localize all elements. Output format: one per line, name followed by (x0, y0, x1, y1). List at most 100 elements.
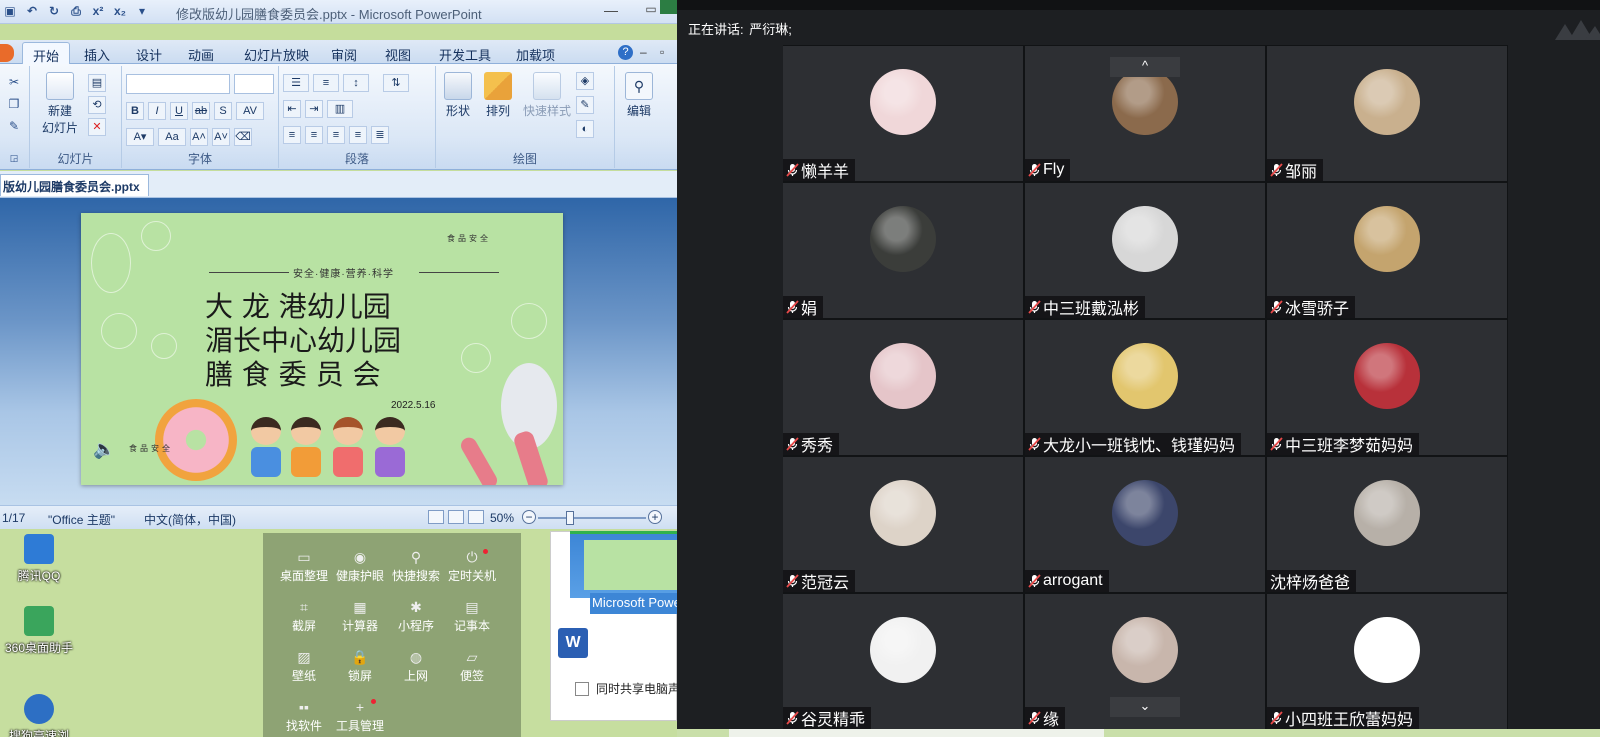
tool-wallpaper[interactable]: ▨ 壁纸 (274, 649, 334, 684)
new-slide-button[interactable]: 新建 幻灯片 (36, 72, 84, 136)
share-sound-checkbox[interactable] (575, 682, 589, 696)
tab-insert[interactable]: 插入 (84, 45, 110, 64)
tool-miniapp[interactable]: ✱ 小程序 (386, 599, 446, 634)
zoom-out-button[interactable]: − (522, 510, 536, 524)
shrink-font-button[interactable]: A˅ (212, 128, 230, 146)
editing-button[interactable]: ⚲ 编辑 (619, 72, 659, 119)
tab-design[interactable]: 设计 (136, 45, 162, 64)
participant-tile[interactable]: 中三班李梦茹妈妈 (1267, 320, 1507, 455)
scroll-down-button[interactable]: ⌄ (1110, 697, 1180, 717)
italic-button[interactable]: I (148, 102, 166, 120)
scroll-up-button[interactable]: ^ (1110, 57, 1180, 77)
desktop-icon-sogou[interactable]: 搜狗高速浏览 (4, 694, 74, 737)
decrease-indent-button[interactable]: ⇤ (283, 100, 301, 118)
clear-format-button[interactable]: ⌫ (234, 128, 252, 146)
close-area[interactable] (660, 0, 677, 14)
columns-button[interactable]: ▥ (327, 100, 353, 118)
ribbon-minimize-icon[interactable]: – (640, 45, 647, 59)
normal-view-icon[interactable] (428, 510, 444, 524)
cut-icon[interactable]: ✂ (6, 74, 22, 90)
participant-tile[interactable]: 大龙小一班钱忱、钱瑾妈妈 (1025, 320, 1265, 455)
tool-eye[interactable]: ◉ 健康护眼 (330, 549, 390, 584)
participant-tile[interactable]: arrogant (1025, 457, 1265, 592)
tool-search[interactable]: ⚲ 快捷搜索 (386, 549, 446, 584)
shape-fill-icon[interactable]: ◈ (576, 72, 594, 90)
tab-review[interactable]: 审阅 (331, 45, 357, 64)
line-spacing-button[interactable]: ↕ (343, 74, 369, 92)
ribbon-restore-icon[interactable]: ▫ (660, 45, 664, 59)
participant-tile[interactable]: 邹丽 (1267, 46, 1507, 181)
speaker-icon[interactable]: 🔈 (93, 439, 115, 460)
desktop-icon-360[interactable]: 360桌面助手 (4, 606, 74, 656)
save-icon[interactable]: ▣ (2, 3, 18, 19)
font-family-select[interactable] (126, 74, 230, 94)
customize-qat-icon[interactable]: ▾ (134, 3, 150, 19)
participant-tile[interactable]: 秀秀 (783, 320, 1023, 455)
shapes-button[interactable]: 形状 (438, 72, 478, 119)
participant-tile[interactable]: 谷灵精乖 (783, 594, 1023, 729)
maximize-button[interactable]: ▭ (640, 2, 662, 20)
slideshow-view-icon[interactable] (468, 510, 484, 524)
word-icon[interactable]: W (558, 628, 588, 658)
participant-tile[interactable]: 娟 (783, 183, 1023, 318)
tool-plus[interactable]: + 工具管理 (330, 699, 390, 734)
tool-crop[interactable]: ⌗ 截屏 (274, 599, 334, 634)
justify-button[interactable]: ≡ (349, 126, 367, 144)
zoom-level[interactable]: 50% (490, 511, 514, 525)
change-case-button[interactable]: A▾ (126, 128, 154, 146)
minimize-button[interactable]: — (600, 2, 622, 20)
shadow-button[interactable]: S (214, 102, 232, 120)
tool-power[interactable]: ⏻ 定时关机 (442, 549, 502, 584)
reset-icon[interactable]: ⟲ (88, 96, 106, 114)
tool-lock[interactable]: 🔒 锁屏 (330, 649, 390, 684)
copy-icon[interactable]: ❐ (6, 96, 22, 112)
text-direction-button[interactable]: ⇅ (383, 74, 409, 92)
tool-notepad[interactable]: ▤ 记事本 (442, 599, 502, 634)
shape-outline-icon[interactable]: ✎ (576, 96, 594, 114)
format-painter-icon[interactable]: ✎ (6, 118, 22, 134)
tool-globe[interactable]: ◍ 上网 (386, 649, 446, 684)
participant-tile[interactable]: 懒羊羊 (783, 46, 1023, 181)
delete-slide-icon[interactable]: ✕ (88, 118, 106, 136)
clipboard-launcher-icon[interactable]: ◲ (6, 150, 22, 166)
shape-effects-icon[interactable]: ◐ (576, 120, 594, 138)
tab-animation[interactable]: 动画 (188, 45, 214, 64)
font-color-button[interactable]: Aa (158, 128, 186, 146)
help-icon[interactable]: ? (618, 45, 633, 60)
participant-tile[interactable]: 沈梓炀爸爸 (1267, 457, 1507, 592)
quick-styles-button[interactable]: 快速样式 (520, 72, 574, 119)
distributed-button[interactable]: ≣ (371, 126, 389, 144)
tool-desktop[interactable]: ▭ 桌面整理 (274, 549, 334, 584)
document-tab[interactable]: 版幼儿园膳食委员会.pptx (0, 174, 149, 196)
bullets-button[interactable]: ☰ (283, 74, 309, 92)
subscript-icon[interactable]: x₂ (112, 3, 128, 19)
grow-font-button[interactable]: A˄ (190, 128, 208, 146)
participant-tile[interactable]: 冰雪骄子 (1267, 183, 1507, 318)
bold-button[interactable]: B (126, 102, 144, 120)
undo-icon[interactable]: ↶ (24, 3, 40, 19)
arrange-button[interactable]: 排列 (478, 72, 518, 119)
tool-grid[interactable]: ▪▪ 找软件 (274, 699, 334, 734)
align-right-button[interactable]: ≡ (327, 126, 345, 144)
numbering-button[interactable]: ≡ (313, 74, 339, 92)
superscript-icon[interactable]: x² (90, 3, 106, 19)
slide[interactable]: 食品安全 安全·健康·营养·科学 大 龙 港幼儿园 湄长中心幼儿园 膳 食 委 … (81, 213, 563, 485)
zoom-slider-thumb[interactable] (566, 511, 575, 525)
underline-button[interactable]: U (170, 102, 188, 120)
slide-sorter-icon[interactable] (448, 510, 464, 524)
tab-home[interactable]: 开始 (22, 42, 71, 66)
tool-calculator[interactable]: ▦ 计算器 (330, 599, 390, 634)
tab-addins[interactable]: 加载项 (516, 45, 555, 64)
zoom-in-button[interactable]: + (648, 510, 662, 524)
align-center-button[interactable]: ≡ (305, 126, 323, 144)
tab-slideshow[interactable]: 幻灯片放映 (244, 45, 309, 64)
language[interactable]: 中文(简体，中国) (144, 511, 236, 528)
align-left-button[interactable]: ≡ (283, 126, 301, 144)
strikethrough-button[interactable]: ab (192, 102, 210, 120)
participant-tile[interactable]: 中三班戴泓彬 (1025, 183, 1265, 318)
increase-indent-button[interactable]: ⇥ (305, 100, 323, 118)
print-preview-icon[interactable]: ⎙ (68, 3, 84, 19)
participant-tile[interactable]: 小四班王欣蕾妈妈 (1267, 594, 1507, 729)
layout-icon[interactable]: ▤ (88, 74, 106, 92)
zoom-slider[interactable] (538, 517, 646, 519)
